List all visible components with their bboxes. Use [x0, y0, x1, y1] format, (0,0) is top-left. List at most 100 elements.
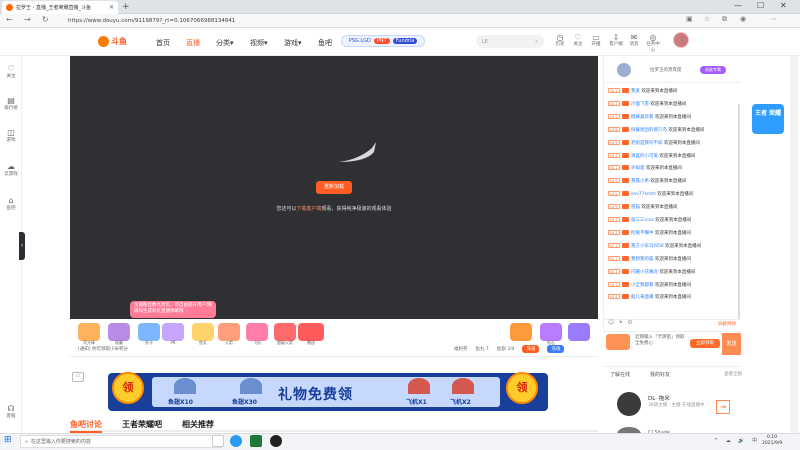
app-icon[interactable]	[250, 435, 262, 447]
sidebar-fishbar[interactable]: ⌂ 鱼吧	[0, 196, 22, 212]
page-scrollbar[interactable]	[790, 56, 798, 434]
chat-nickname[interactable]: 小全我都看	[631, 283, 654, 288]
chat-message[interactable]: LV 9 夜猫 欢迎来到本直播间	[608, 204, 738, 211]
chat-nickname[interactable]: 留三三nice	[631, 218, 654, 223]
chat-message[interactable]: LV 2 sev77smth 欢迎来到本直播间	[608, 191, 738, 198]
forward-icon[interactable]: →	[24, 15, 31, 24]
chat-vip-avatar[interactable]	[617, 63, 631, 77]
user-avatar[interactable]	[673, 32, 689, 48]
chat-message[interactable]: LV 1 许如意 欢迎来到本直播间	[608, 165, 738, 172]
task-view-icon[interactable]	[212, 435, 224, 447]
nav-live[interactable]: 直播	[186, 38, 200, 48]
chat-message[interactable]: LV 2 我方小军马归58 欢迎来到本直播间	[608, 242, 738, 250]
gift-fishball[interactable]	[192, 323, 214, 341]
gift-pk[interactable]	[162, 323, 184, 341]
fan-popup[interactable]: 主播粉丝数九周年，可自由提升用户等级和生成彩虹直播弹幕哦 ×	[130, 301, 216, 318]
gift-card[interactable]	[138, 323, 160, 341]
douyu-logo[interactable]: 斗鱼	[98, 35, 134, 47]
search-icon[interactable]: ⌕	[535, 39, 538, 45]
restore-button[interactable]: ☐	[757, 1, 764, 10]
history-button[interactable]: ◷ 历史	[552, 33, 568, 48]
chat-nickname[interactable]: sev77smth	[631, 192, 656, 197]
chat-message[interactable]: LV 8 快餐饭团的那只鸟 欢迎来到本直播间	[608, 126, 738, 134]
chat-nickname[interactable]: 夜猫	[631, 205, 640, 210]
tab-honor-of-kings-bar[interactable]: 王者荣耀吧	[122, 419, 162, 430]
chat-nickname[interactable]: 老街是我吗不如	[631, 141, 663, 146]
url-field[interactable]: https://www.douyu.com/9119879?_rt=0.1067…	[62, 16, 674, 26]
gift-rocket[interactable]	[218, 323, 240, 341]
messages-button[interactable]: ✉ 消息	[626, 33, 642, 48]
chat-nickname[interactable]: 冷面飞雪	[631, 102, 649, 107]
window-close-button[interactable]: ✕	[780, 1, 787, 10]
chat-message[interactable]: LV 6 船儿来直播 欢迎来到本直播间	[608, 294, 738, 301]
tab-recommend[interactable]: 相关推荐	[182, 419, 214, 430]
search-input[interactable]: LE	[482, 39, 488, 45]
chat-nickname[interactable]: 我想我的猫	[631, 257, 654, 262]
friend-name[interactable]: DL· 拖米	[648, 394, 670, 402]
sidebar-rank[interactable]: ▤ 排行榜	[0, 96, 22, 112]
chat-message[interactable]: LV 6 我靠小希 欢迎来到本直播间	[608, 178, 738, 185]
chat-input-field[interactable]: 近期输入「卡牌密」领取全免费心	[635, 335, 687, 347]
system-tray[interactable]: ^ ☁ 🔊 中	[714, 437, 760, 444]
tab-fishbar-discussion[interactable]: 鱼吧讨论	[70, 419, 102, 430]
chat-nickname[interactable]: 船儿来直播	[631, 295, 654, 300]
reload-button[interactable]: 重新加载	[316, 181, 352, 194]
chat-nickname[interactable]: 挖掘不懈中	[631, 231, 654, 236]
minimize-button[interactable]: —	[734, 1, 742, 10]
nav-home[interactable]: 首页	[156, 38, 170, 48]
claim-coin-right[interactable]: 领	[506, 372, 538, 404]
client-button[interactable]: ⇩ 客户端	[608, 33, 624, 48]
reader-icon[interactable]: ▣	[686, 15, 693, 23]
download-client-link[interactable]: 下载客户端	[296, 206, 321, 212]
nav-video[interactable]: 视频▾	[250, 38, 268, 48]
nav-games[interactable]: 游戏▾	[284, 38, 302, 48]
view-all-link[interactable]: 查看全部	[724, 371, 742, 377]
coupon-stat[interactable]: 福利券	[454, 346, 468, 352]
chat-nickname[interactable]: 旭峰喜欢看	[631, 115, 654, 120]
match-banner[interactable]: PSG.LGD PNT Fundria	[341, 35, 425, 47]
tab-close-icon[interactable]: ✕	[109, 4, 114, 11]
browser-tab[interactable]: 拉罗王 - 直播_王者荣耀直播_斗鱼 ✕	[2, 1, 118, 14]
chat-message[interactable]: LV 7 我想我的猫 欢迎来到本直播间	[608, 255, 738, 263]
app-icon[interactable]	[270, 435, 282, 447]
gift-plane[interactable]	[246, 323, 268, 341]
go-live-button[interactable]: ▭ 开播	[588, 33, 604, 48]
chat-message[interactable]: LV 5 挖掘不懈中 欢迎来到本直播间	[608, 229, 738, 237]
chat-message[interactable]: LV 4 闪耀小花嘴龙 欢迎来到本直播间	[608, 268, 738, 276]
chat-nickname[interactable]: 我方小军马归58	[631, 244, 664, 249]
chat-nickname[interactable]: 我靠小希	[631, 179, 649, 184]
sidebar-games[interactable]: ◫ 游戏	[0, 128, 22, 144]
pay-button[interactable]: 充值	[547, 345, 565, 353]
block-effects-toggle[interactable]: 屏蔽特效	[718, 321, 736, 327]
windows-start-icon[interactable]: ⊞	[4, 435, 12, 445]
popup-close-icon[interactable]: ×	[208, 302, 213, 308]
chat-nickname[interactable]: 清晨的小可爱	[631, 154, 658, 159]
refresh-icon[interactable]: ↻	[42, 15, 49, 24]
taskbar-search-input[interactable]: 在这里输入你要搜索的内容	[31, 438, 91, 445]
send-button[interactable]: 发送	[722, 333, 741, 355]
charge-button[interactable]: 充值	[522, 345, 540, 353]
search-box[interactable]: LE ⌕	[476, 35, 544, 48]
back-icon[interactable]: ←	[6, 15, 13, 24]
friends-tab-online[interactable]: 了解在线	[610, 371, 630, 378]
edge-icon[interactable]	[230, 435, 242, 447]
chat-nickname[interactable]: 我爱	[631, 89, 640, 94]
sidebar-cloud-game[interactable]: ☁ 云游戏	[0, 162, 22, 178]
gift-car[interactable]	[298, 323, 324, 341]
game-ad[interactable]: 王者 荣耀	[752, 104, 784, 134]
room-notice[interactable]: [通知] 你可领取小米积分	[78, 346, 128, 352]
taskbar-clock[interactable]: 0:10 2021/9/9	[762, 435, 782, 447]
chat-message[interactable]: LV 1 我爱 欢迎来到本直播间	[608, 88, 738, 95]
gift-box[interactable]	[510, 323, 532, 341]
friend-avatar[interactable]	[617, 392, 641, 416]
gift-super-rocket[interactable]	[274, 323, 296, 341]
chat-scrollbar[interactable]	[738, 104, 740, 319]
sidebar-follow[interactable]: ♡ 关注	[0, 64, 22, 80]
ad-toggle-icon[interactable]: ▭	[72, 372, 84, 382]
nav-fishbar[interactable]: 鱼吧	[318, 38, 332, 48]
sidebar-collapse-handle[interactable]: ‹	[19, 232, 25, 260]
nav-category[interactable]: 分类▾	[216, 38, 234, 48]
new-tab-button[interactable]: +	[122, 2, 130, 12]
collections-icon[interactable]: ⧉	[722, 15, 727, 24]
chat-message[interactable]: LV 5 冷面飞雪 欢迎来到本直播间	[608, 100, 738, 108]
